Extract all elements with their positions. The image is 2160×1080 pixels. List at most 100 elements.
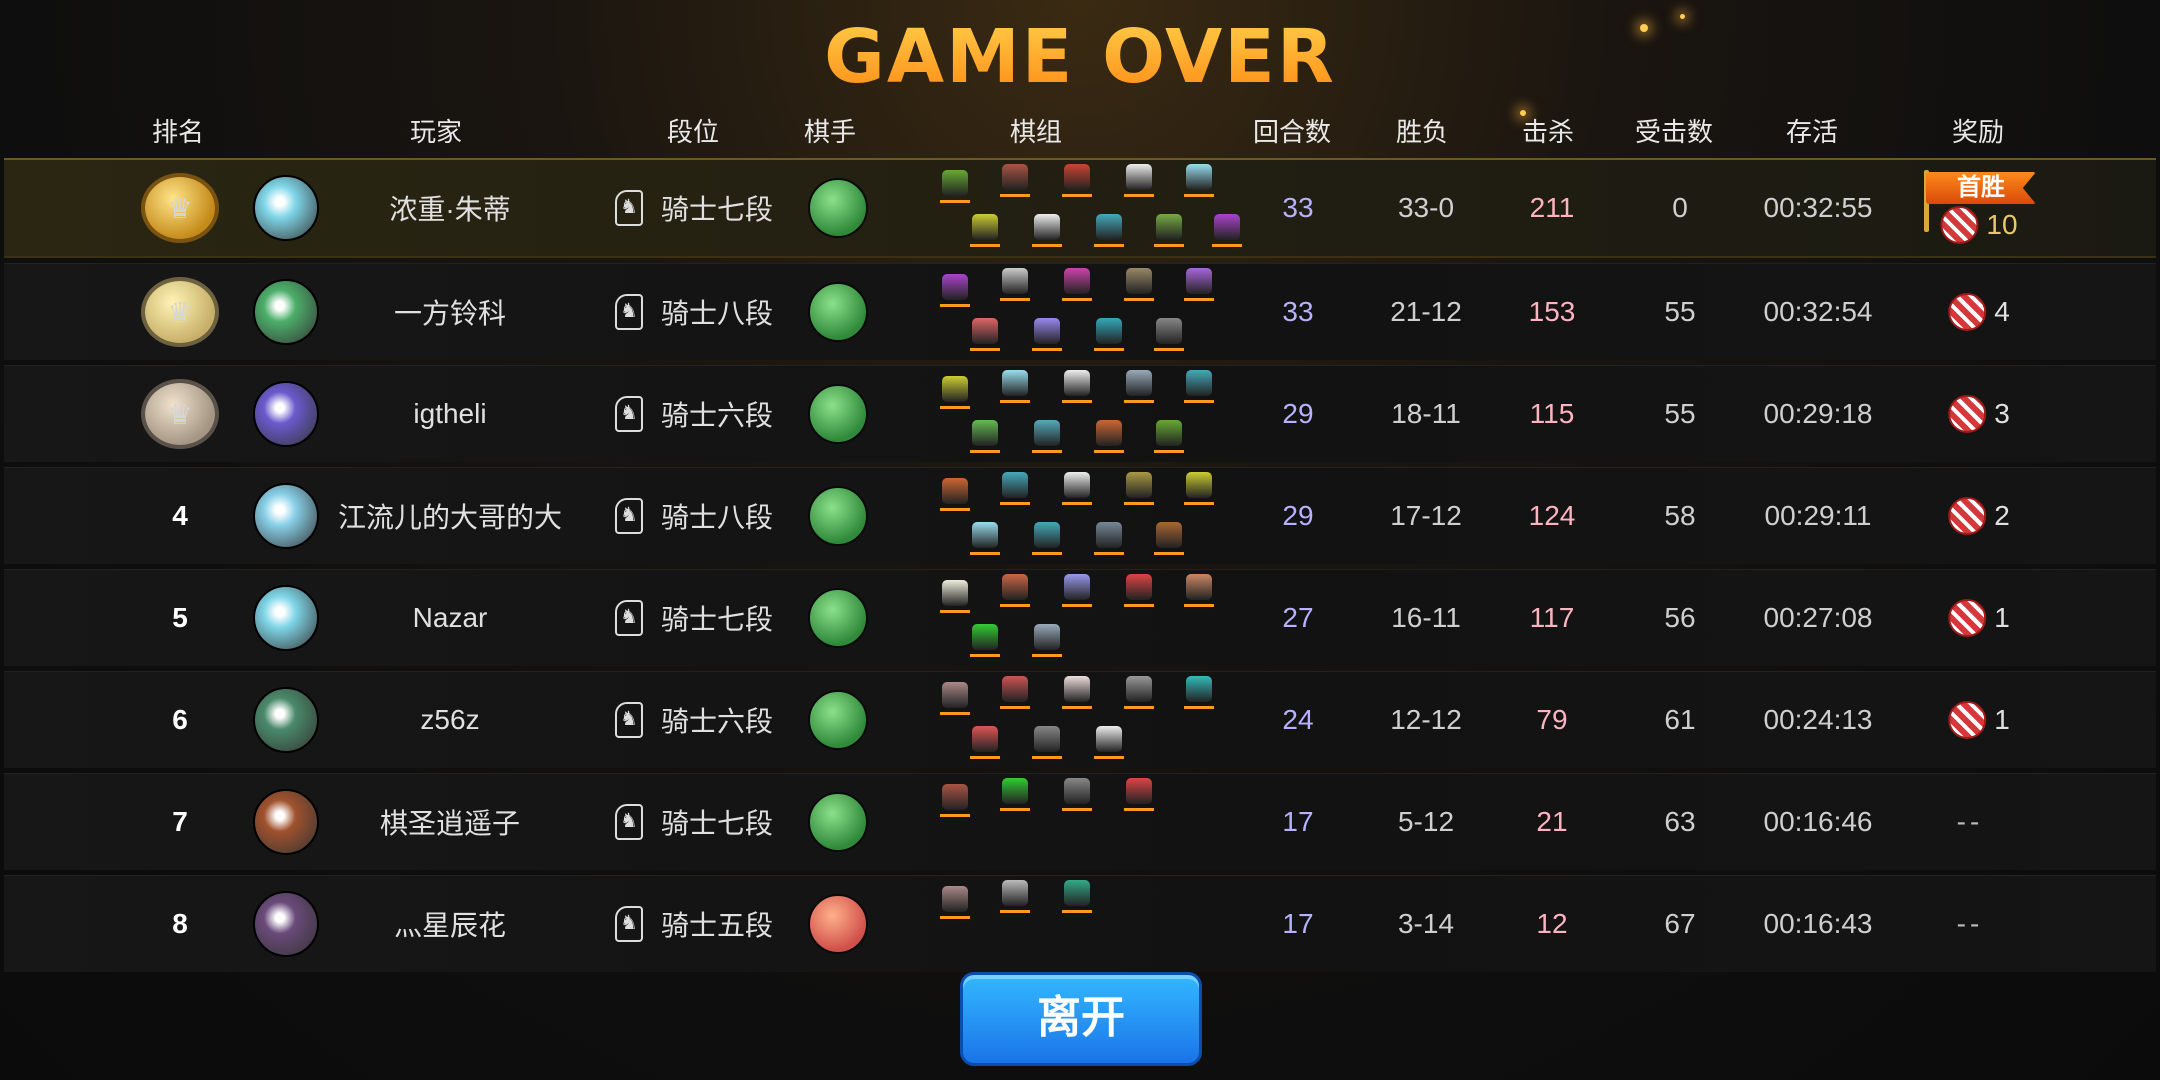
lineup-chess-piece-icon <box>1124 778 1154 811</box>
player-avatar[interactable] <box>253 381 319 447</box>
lineup-chess-piece-icon <box>940 170 970 203</box>
table-row[interactable]: 6 z56z ♞ 骑士六段 24 12-12 79 61 00:24:13 1 <box>4 671 2156 768</box>
rounds-value: 33 <box>1282 296 1314 327</box>
tier-label: 骑士六段 <box>660 400 774 431</box>
player-avatar[interactable] <box>253 483 319 549</box>
lineup-chess-piece-icon <box>940 376 970 409</box>
header-piece: 棋手 <box>803 117 857 147</box>
player-avatar[interactable] <box>253 687 319 753</box>
survival-time: 00:24:13 <box>1763 704 1873 735</box>
kills-value: 21 <box>1536 806 1568 837</box>
survival-time: 00:32:54 <box>1763 296 1873 327</box>
rank-number: 4 <box>172 500 188 531</box>
table-row[interactable]: ♛ igtheli ♞ 骑士六段 29 18-11 115 55 00:29:18 3 <box>4 365 2156 462</box>
rank-number: 5 <box>172 602 188 633</box>
lineup-board <box>924 880 1244 968</box>
reward-empty: -- <box>1956 806 1984 837</box>
winloss-value: 3-14 <box>1397 908 1455 939</box>
hits-value: 55 <box>1664 296 1696 327</box>
hits-value: 67 <box>1664 908 1696 939</box>
reward-value: 10 <box>1940 206 2018 245</box>
rank-tier: ♞ 骑士六段 <box>614 394 774 434</box>
chess-piece-avatar <box>808 384 868 444</box>
table-row[interactable]: ♛ 一方铃科 ♞ 骑士八段 33 21-12 153 55 00:32:54 4 <box>4 263 2156 360</box>
table-row[interactable]: ♛ 浓重·朱蒂 ♞ 骑士七段 33 33-0 211 0 00:32:55 10 首胜 <box>4 158 2156 258</box>
sparkle-decoration <box>1680 14 1685 19</box>
lineup-chess-piece-icon <box>1094 318 1124 351</box>
kills-value: 12 <box>1536 908 1568 939</box>
table-row[interactable]: 7 棋圣逍遥子 ♞ 骑士七段 17 5-12 21 63 00:16:46 -- <box>4 773 2156 870</box>
header-kills: 击杀 <box>1521 117 1575 147</box>
player-name: z56z <box>420 704 480 735</box>
lineup-chess-piece-icon <box>1000 778 1030 811</box>
lineup-chess-piece-icon <box>940 886 970 919</box>
lineup-chess-piece-icon <box>940 580 970 613</box>
rank-tier: ♞ 骑士七段 <box>614 598 773 638</box>
tier-label: 骑士七段 <box>660 194 774 225</box>
player-name: 灬星辰花 <box>393 910 507 941</box>
rank-tier: ♞ 骑士八段 <box>614 292 773 332</box>
lineup-chess-piece-icon <box>1032 624 1062 657</box>
reward-value: 1 <box>1948 599 2010 637</box>
lineup-chess-piece-icon <box>1062 370 1092 403</box>
player-avatar[interactable] <box>253 585 319 651</box>
lineup-chess-piece-icon <box>1124 268 1154 301</box>
lineup-chess-piece-icon <box>1154 420 1184 453</box>
reward-amount: 2 <box>1994 500 2010 531</box>
lineup-chess-piece-icon <box>1184 164 1214 197</box>
rank-number: 6 <box>172 704 188 735</box>
knight-icon: ♞ <box>614 600 643 636</box>
knight-icon: ♞ <box>614 702 643 738</box>
knight-icon: ♞ <box>614 804 643 840</box>
table-row[interactable]: 8 灬星辰花 ♞ 骑士五段 17 3-14 12 67 00:16:43 -- <box>4 875 2156 972</box>
header-player: 玩家 <box>409 117 463 147</box>
lineup-chess-piece-icon <box>1094 214 1124 247</box>
player-avatar[interactable] <box>253 175 319 241</box>
first-win-badge: 首胜 <box>1926 172 2036 204</box>
table-row[interactable]: 4 江流儿的大哥的大 ♞ 骑士八段 29 17-12 124 58 00:29:11 2 <box>4 467 2156 564</box>
lineup-chess-piece-icon <box>1184 268 1214 301</box>
leave-button[interactable]: 离开 <box>960 972 1202 1066</box>
rounds-value: 29 <box>1282 398 1314 429</box>
reward-value: 1 <box>1948 701 2010 739</box>
player-avatar[interactable] <box>253 279 319 345</box>
rounds-value: 33 <box>1282 192 1314 223</box>
lineup-chess-piece-icon <box>970 318 1000 351</box>
table-header: 排名 玩家 段位 棋手 棋组 回合数 胜负 击杀 受击数 存活 奖励 <box>0 112 2160 156</box>
lineup-chess-piece-icon <box>1062 880 1092 913</box>
lineup-chess-piece-icon <box>1000 880 1030 913</box>
kills-value: 153 <box>1528 296 1576 327</box>
knight-icon: ♞ <box>614 498 643 534</box>
header-tier: 段位 <box>666 117 720 147</box>
lineup-chess-piece-icon <box>1184 370 1214 403</box>
kills-value: 79 <box>1536 704 1568 735</box>
survival-time: 00:32:55 <box>1763 192 1873 223</box>
tier-label: 骑士六段 <box>660 706 774 737</box>
player-avatar[interactable] <box>253 891 319 957</box>
lineup-chess-piece-icon <box>970 624 1000 657</box>
lineup-chess-piece-icon <box>940 682 970 715</box>
table-row[interactable]: 5 Nazar ♞ 骑士七段 27 16-11 117 56 00:27:08 1 <box>4 569 2156 666</box>
player-name: 一方铃科 <box>393 298 507 329</box>
lineup-board <box>924 574 1244 662</box>
rank-number: 8 <box>172 908 188 939</box>
header-rounds: 回合数 <box>1252 117 1332 147</box>
chess-piece-avatar <box>808 792 868 852</box>
lineup-chess-piece-icon <box>1062 472 1092 505</box>
lineup-chess-piece-icon <box>970 420 1000 453</box>
lineup-chess-piece-icon <box>970 726 1000 759</box>
lineup-chess-piece-icon <box>1124 676 1154 709</box>
player-name: 浓重·朱蒂 <box>389 194 511 225</box>
hits-value: 63 <box>1664 806 1696 837</box>
reward-amount: 3 <box>1994 398 2010 429</box>
lineup-board <box>924 676 1244 764</box>
chess-piece-avatar <box>808 894 868 954</box>
winloss-value: 18-11 <box>1391 398 1461 429</box>
winloss-value: 17-12 <box>1390 500 1462 531</box>
knight-icon: ♞ <box>614 906 643 942</box>
lineup-chess-piece-icon <box>1094 420 1124 453</box>
lineup-chess-piece-icon <box>970 522 1000 555</box>
lineup-chess-piece-icon <box>1000 676 1030 709</box>
player-avatar[interactable] <box>253 789 319 855</box>
hits-value: 55 <box>1664 398 1696 429</box>
